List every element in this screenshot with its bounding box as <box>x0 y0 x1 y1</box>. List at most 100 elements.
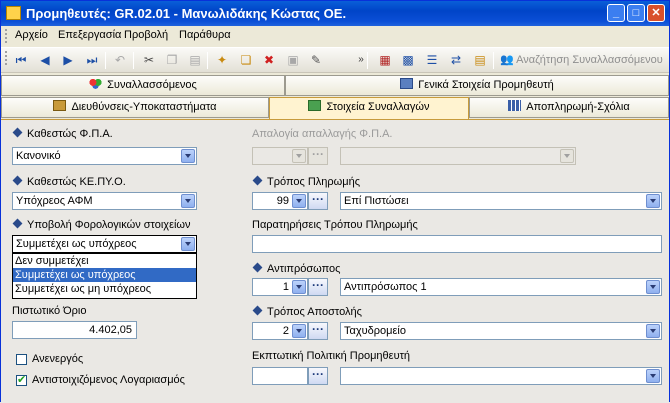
menu-edit[interactable]: Επεξεργασία <box>58 29 121 41</box>
linked-account-checkbox[interactable] <box>16 373 27 386</box>
vat-exemption-code-select <box>252 147 308 165</box>
copy-icon[interactable]: ❐ <box>164 52 180 68</box>
vat-status-select[interactable]: Κανονικό <box>12 147 197 165</box>
report-icon[interactable]: ▤ <box>472 52 488 68</box>
required-icon <box>12 127 23 138</box>
discount-policy-browse-button[interactable]: ··· <box>308 367 328 385</box>
representative-label: Αντιπρόσωπος <box>252 262 340 275</box>
new-copy-icon[interactable]: ❏ <box>238 52 254 68</box>
toolbar-grip <box>5 51 8 65</box>
dropdown-option-selected[interactable]: Συμμετέχει ως υπόχρεος <box>13 268 196 282</box>
credit-limit-label: Πιστωτικό Όριο <box>12 305 87 317</box>
tab-payment-comments-label: Αποπληρωμή-Σχόλια <box>526 101 630 113</box>
next-record-icon[interactable]: ▶ <box>60 52 76 68</box>
menu-file[interactable]: Αρχείο <box>15 29 48 41</box>
required-icon <box>12 218 23 229</box>
required-icon <box>12 175 23 186</box>
vat-status-label: Καθεστώς Φ.Π.Α. <box>12 127 113 140</box>
vat-exemption-browse-button: ··· <box>308 147 328 165</box>
tax-submission-select[interactable]: Συμμετέχει ως υπόχρεος <box>12 235 197 253</box>
dropdown-arrow-icon[interactable] <box>181 194 195 208</box>
list-icon[interactable]: ☰ <box>424 52 440 68</box>
menu-bar: Αρχείο Επεξεργασία Προβολή Παράθυρα <box>1 26 669 46</box>
layout-icon[interactable]: ▦ <box>377 52 393 68</box>
title-bar: Προμηθευτές: GR.02.01 - Μανωλιδάκης Κώστ… <box>1 1 669 26</box>
tab-transaction-details-label: Στοιχεία Συναλλαγών <box>326 101 430 113</box>
maximize-button[interactable]: □ <box>627 4 645 22</box>
payment-method-browse-button[interactable]: ··· <box>308 192 328 210</box>
first-record-icon[interactable]: ⏮ <box>13 52 29 68</box>
vat-exemption-label: Απαλογία απαλλαγής Φ.Π.Α. <box>252 128 393 140</box>
required-icon <box>252 175 263 186</box>
dropdown-option[interactable]: Συμμετέχει ως μη υπόχρεος <box>13 282 196 296</box>
money-icon <box>308 100 322 111</box>
tax-submission-label: Υποβολή Φορολογικών στοιχείων <box>12 218 191 231</box>
transfer-icon[interactable]: ⇄ <box>448 52 464 68</box>
save-icon[interactable]: ▣ <box>285 52 301 68</box>
tab-addresses-label: Διευθύνσεις-Υποκαταστήματα <box>71 101 217 113</box>
paste-icon[interactable]: ▤ <box>187 52 203 68</box>
new-icon[interactable]: ✦ <box>214 52 230 68</box>
prev-record-icon[interactable]: ◀ <box>37 52 53 68</box>
dropdown-arrow-icon[interactable] <box>646 280 660 294</box>
inactive-checkbox[interactable] <box>16 354 27 365</box>
dropdown-arrow-icon[interactable] <box>646 324 660 338</box>
menu-windows[interactable]: Παράθυρα <box>179 29 231 41</box>
dropdown-arrow-icon[interactable] <box>292 324 306 338</box>
edit-icon[interactable]: ✎ <box>308 52 324 68</box>
dropdown-arrow-icon[interactable] <box>181 149 195 163</box>
delete-icon[interactable]: ✖ <box>261 52 277 68</box>
payment-method-label: Τρόπος Πληρωμής <box>252 175 360 188</box>
dropdown-arrow-icon[interactable] <box>646 369 660 383</box>
menu-view[interactable]: Προβολή <box>124 29 168 41</box>
tab-payment-comments[interactable]: Αποπληρωμή-Σχόλια <box>469 97 669 118</box>
people-icon: 👥 <box>500 54 514 66</box>
kepyo-status-select[interactable]: Υπόχρεος ΑΦΜ <box>12 192 197 210</box>
menu-grip <box>5 29 8 43</box>
tab-general-supplier-info[interactable]: Γενικά Στοιχεία Προμηθευτή <box>285 75 669 96</box>
payment-notes-input[interactable] <box>252 235 662 253</box>
vat-exemption-select <box>340 147 576 165</box>
toolbar: ⏮ ◀ ▶ ⏭ ↶ ✂ ❐ ▤ ✦ ❏ ✖ ▣ ✎ » ▦ ▩ ☰ ⇄ ▤ 👥 … <box>1 47 669 73</box>
dropdown-arrow-icon[interactable] <box>292 194 306 208</box>
inactive-label: Ανενεργός <box>32 353 84 365</box>
shipping-method-select[interactable]: Ταχυδρομείο <box>340 322 662 340</box>
print-icon[interactable]: ▩ <box>400 52 416 68</box>
payment-method-code-select[interactable]: 99 <box>252 192 308 210</box>
minimize-button[interactable]: _ <box>607 4 625 22</box>
representative-select[interactable]: Αντιπρόσωπος 1 <box>340 278 662 296</box>
tab-addresses-branches[interactable]: Διευθύνσεις-Υποκαταστήματα <box>1 97 269 118</box>
dropdown-arrow-icon <box>292 149 306 163</box>
discount-policy-select[interactable] <box>340 367 662 385</box>
last-record-icon[interactable]: ⏭ <box>84 52 100 68</box>
undo-icon[interactable]: ↶ <box>112 52 128 68</box>
credit-limit-input[interactable]: 4.402,05 <box>12 321 137 339</box>
close-button[interactable]: ✕ <box>647 4 665 22</box>
dropdown-arrow-icon[interactable] <box>181 237 195 251</box>
people-icon <box>89 78 103 89</box>
shipping-method-browse-button[interactable]: ··· <box>308 322 328 340</box>
search-counterparty-button[interactable]: 👥 Αναζήτηση Συναλλασσόμενου <box>500 53 663 66</box>
linked-account-label: Αντιστοιχιζόμενος Λογαριασμός <box>32 374 185 386</box>
required-icon <box>252 305 263 316</box>
cut-icon[interactable]: ✂ <box>141 52 157 68</box>
tab-transaction-details[interactable]: Στοιχεία Συναλλαγών <box>269 97 469 120</box>
representative-browse-button[interactable]: ··· <box>308 278 328 296</box>
tax-submission-dropdown-list: Δεν συμμετέχει Συμμετέχει ως υπόχρεος Συ… <box>12 253 197 299</box>
payment-notes-label: Παρατηρήσεις Τρόπου Πληρωμής <box>252 219 418 231</box>
dropdown-arrow-icon[interactable] <box>292 280 306 294</box>
dropdown-arrow-icon[interactable] <box>646 194 660 208</box>
search-counterparty-label: Αναζήτηση Συναλλασσόμενου <box>516 54 663 66</box>
tab-counterparty[interactable]: Συναλλασσόμενος <box>1 75 285 96</box>
discount-policy-code-input[interactable] <box>252 367 308 385</box>
representative-code-select[interactable]: 1 <box>252 278 308 296</box>
grid-icon <box>508 100 522 111</box>
payment-method-select[interactable]: Επί Πιστώσει <box>340 192 662 210</box>
dropdown-option[interactable]: Δεν συμμετέχει <box>13 254 196 268</box>
kepyo-status-label: Καθεστώς ΚΕ.ΠΥ.Ο. <box>12 175 126 188</box>
shipping-method-code-select[interactable]: 2 <box>252 322 308 340</box>
app-icon <box>6 6 21 20</box>
shipping-method-label: Τρόπος Αποστολής <box>252 305 362 318</box>
book-icon <box>53 100 67 111</box>
discount-policy-label: Εκπτωτική Πολιτική Προμηθευτή <box>252 350 411 362</box>
